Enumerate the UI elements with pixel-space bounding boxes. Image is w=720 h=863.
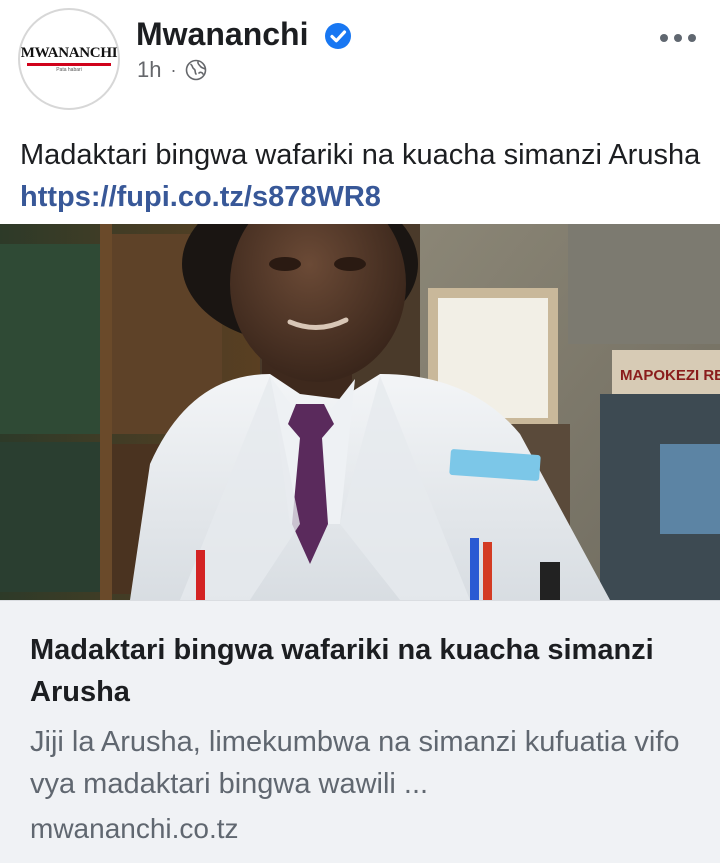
photo-sign-text: MAPOKEZI RECE xyxy=(620,367,720,384)
post-meta: 1h · xyxy=(137,56,207,84)
post-header: MWANANCHI Pata habari Mwananchi 1h · xyxy=(0,0,720,118)
link-preview-card[interactable]: Madaktari bingwa wafariki na kuacha sima… xyxy=(0,600,720,863)
link-preview-domain: mwananchi.co.tz xyxy=(30,813,239,844)
post-message: Madaktari bingwa wafariki na kuacha sima… xyxy=(20,139,701,171)
doctor-photo: MAPOKEZI RECE xyxy=(0,224,720,600)
meta-separator: · xyxy=(170,60,177,80)
link-preview-description: Jiji la Arusha, limekumbwa na simanzi ku… xyxy=(30,726,680,800)
avatar-logo-bar xyxy=(27,62,111,66)
avatar-logo-tag: Pata habari xyxy=(56,66,82,73)
globe-icon xyxy=(186,59,207,81)
verified-badge-icon xyxy=(325,23,351,49)
post-time[interactable]: 1h xyxy=(137,56,161,84)
link-preview-image[interactable]: MAPOKEZI RECE xyxy=(0,224,720,600)
avatar-logo-text: MWANANCHI xyxy=(20,44,118,61)
post-text: Madaktari bingwa wafariki na kuacha sima… xyxy=(20,134,710,218)
page-avatar[interactable]: MWANANCHI Pata habari xyxy=(18,8,120,110)
post-link[interactable]: https://fupi.co.tz/s878WR8 xyxy=(20,181,381,213)
link-preview-title[interactable]: Madaktari bingwa wafariki na kuacha sima… xyxy=(30,629,690,713)
page-name[interactable]: Mwananchi xyxy=(136,14,308,54)
more-options-icon[interactable] xyxy=(658,28,698,48)
